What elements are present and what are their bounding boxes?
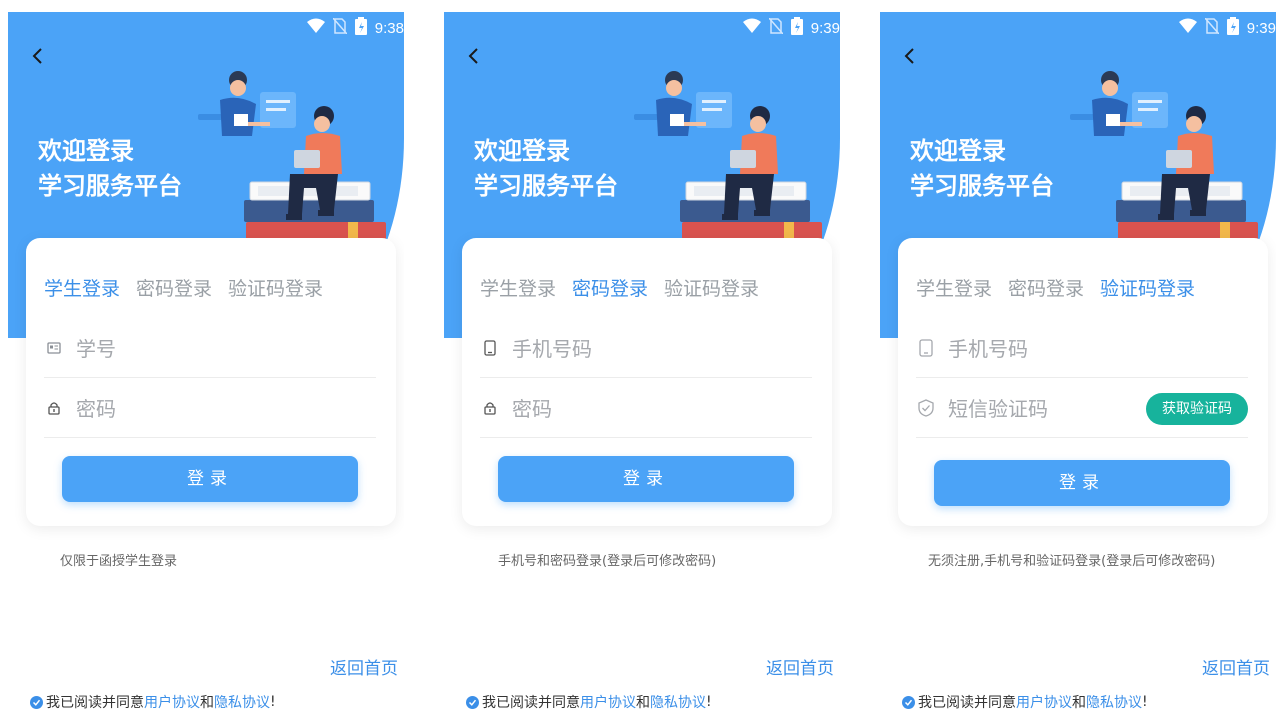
tab-sms-login[interactable]: 验证码登录 [1100, 274, 1195, 301]
welcome-title-line1: 欢迎登录 [474, 137, 570, 165]
agree-suffix: ! [1142, 694, 1148, 710]
login-card: 学生登录 密码登录 验证码登录 手机号码 短信验证码 获取验证码 登录 [898, 238, 1268, 526]
privacy-agreement-link[interactable]: 隐私协议 [1086, 692, 1142, 710]
agree-suffix: ! [706, 694, 712, 710]
agree-suffix: ! [270, 694, 276, 710]
back-arrow-icon[interactable] [462, 44, 486, 68]
status-bar: 9:38 [306, 16, 404, 40]
tab-password-login[interactable]: 密码登录 [136, 274, 212, 301]
login-card: 学生登录 密码登录 验证码登录 手机号码 密码 登录 [462, 238, 832, 526]
phone-number-field[interactable]: 手机号码 [916, 318, 1248, 378]
get-sms-code-button[interactable]: 获取验证码 [1146, 393, 1248, 425]
user-agreement-link[interactable]: 用户协议 [144, 692, 200, 710]
agreement-row: 我已阅读并同意 用户协议 和 隐私协议 ! [30, 692, 276, 710]
battery-icon [790, 17, 803, 39]
login-note: 手机号和密码登录(登录后可修改密码) [498, 554, 717, 569]
login-note: 无须注册,手机号和验证码登录(登录后可修改密码) [928, 554, 1216, 569]
agree-prefix: 我已阅读并同意 [918, 695, 1016, 710]
phone-icon [480, 338, 500, 358]
tab-password-login[interactable]: 密码登录 [572, 274, 648, 301]
status-time: 9:38 [374, 19, 404, 37]
phone-number-placeholder: 手机号码 [512, 337, 592, 361]
welcome-title-line2: 学习服务平台 [910, 172, 1054, 200]
user-agreement-link[interactable]: 用户协议 [580, 692, 636, 710]
wifi-icon [742, 18, 761, 38]
tab-sms-login[interactable]: 验证码登录 [228, 274, 323, 301]
welcome-title-line2: 学习服务平台 [38, 172, 182, 200]
password-field[interactable]: 密码 [44, 378, 376, 438]
password-placeholder: 密码 [512, 397, 552, 421]
no-sim-icon [1204, 17, 1220, 38]
id-card-icon [44, 338, 64, 358]
welcome-title: 欢迎登录 学习服务平台 [38, 134, 182, 204]
lock-icon [480, 398, 500, 418]
tab-student-login[interactable]: 学生登录 [44, 274, 120, 301]
login-button[interactable]: 登录 [62, 456, 358, 502]
user-agreement-link[interactable]: 用户协议 [1016, 692, 1072, 710]
phone-icon [916, 338, 936, 358]
welcome-title-line2: 学习服务平台 [474, 172, 618, 200]
back-arrow-icon[interactable] [26, 44, 50, 68]
wifi-icon [306, 18, 325, 38]
login-button[interactable]: 登录 [934, 460, 1230, 506]
sms-code-placeholder: 短信验证码 [948, 397, 1048, 421]
status-bar: 9:39 [1178, 16, 1276, 40]
agree-prefix: 我已阅读并同意 [482, 695, 580, 710]
student-id-placeholder: 学号 [76, 337, 116, 361]
login-button[interactable]: 登录 [498, 456, 794, 502]
welcome-title: 欢迎登录 学习服务平台 [474, 134, 618, 204]
study-illustration [198, 71, 388, 258]
tab-student-login[interactable]: 学生登录 [480, 274, 556, 301]
screen-sms-login: 9:39 欢迎登录 学习服务平台 学生登录 密码登录 验证码登录 手机号码 短信… [880, 12, 1276, 710]
check-circle-icon[interactable] [466, 695, 479, 709]
login-tabs: 学生登录 密码登录 验证码登录 [916, 274, 1195, 301]
lock-icon [44, 398, 64, 418]
login-note: 仅限于函授学生登录 [60, 554, 178, 569]
tab-student-login[interactable]: 学生登录 [916, 274, 992, 301]
agreement-row: 我已阅读并同意 用户协议 和 隐私协议 ! [902, 692, 1148, 710]
agree-and: 和 [636, 695, 650, 710]
shield-check-icon [916, 398, 936, 418]
login-tabs: 学生登录 密码登录 验证码登录 [480, 274, 759, 301]
agree-prefix: 我已阅读并同意 [46, 695, 144, 710]
login-tabs: 学生登录 密码登录 验证码登录 [44, 274, 323, 301]
back-arrow-icon[interactable] [898, 44, 922, 68]
welcome-title: 欢迎登录 学习服务平台 [910, 134, 1054, 204]
agreement-row: 我已阅读并同意 用户协议 和 隐私协议 ! [466, 692, 712, 710]
screen-student-login: 9:38 欢迎登录 学习服务平台 学生登录 密码登录 验证码登录 学号 密码 登… [8, 12, 404, 710]
wifi-icon [1178, 18, 1197, 38]
study-illustration [634, 71, 824, 258]
welcome-title-line1: 欢迎登录 [910, 137, 1006, 165]
student-id-field[interactable]: 学号 [44, 318, 376, 378]
study-illustration [1070, 71, 1260, 258]
privacy-agreement-link[interactable]: 隐私协议 [650, 692, 706, 710]
return-home-link[interactable]: 返回首页 [766, 654, 834, 679]
tab-password-login[interactable]: 密码登录 [1008, 274, 1084, 301]
status-bar: 9:39 [742, 16, 840, 40]
agree-and: 和 [200, 695, 214, 710]
status-time: 9:39 [1246, 19, 1276, 37]
phone-number-field[interactable]: 手机号码 [480, 318, 812, 378]
password-placeholder: 密码 [76, 397, 116, 421]
return-home-link[interactable]: 返回首页 [330, 654, 398, 679]
welcome-title-line1: 欢迎登录 [38, 137, 134, 165]
password-field[interactable]: 密码 [480, 378, 812, 438]
screen-password-login: 9:39 欢迎登录 学习服务平台 学生登录 密码登录 验证码登录 手机号码 密码… [444, 12, 840, 710]
battery-icon [354, 17, 367, 39]
no-sim-icon [768, 17, 784, 38]
battery-icon [1226, 17, 1239, 39]
check-circle-icon[interactable] [30, 695, 43, 709]
agree-and: 和 [1072, 695, 1086, 710]
sms-code-field[interactable]: 短信验证码 获取验证码 [916, 378, 1248, 438]
return-home-link[interactable]: 返回首页 [1202, 654, 1270, 679]
tab-sms-login[interactable]: 验证码登录 [664, 274, 759, 301]
login-card: 学生登录 密码登录 验证码登录 学号 密码 登录 [26, 238, 396, 526]
phone-number-placeholder: 手机号码 [948, 337, 1028, 361]
privacy-agreement-link[interactable]: 隐私协议 [214, 692, 270, 710]
check-circle-icon[interactable] [902, 695, 915, 709]
no-sim-icon [332, 17, 348, 38]
status-time: 9:39 [810, 19, 840, 37]
